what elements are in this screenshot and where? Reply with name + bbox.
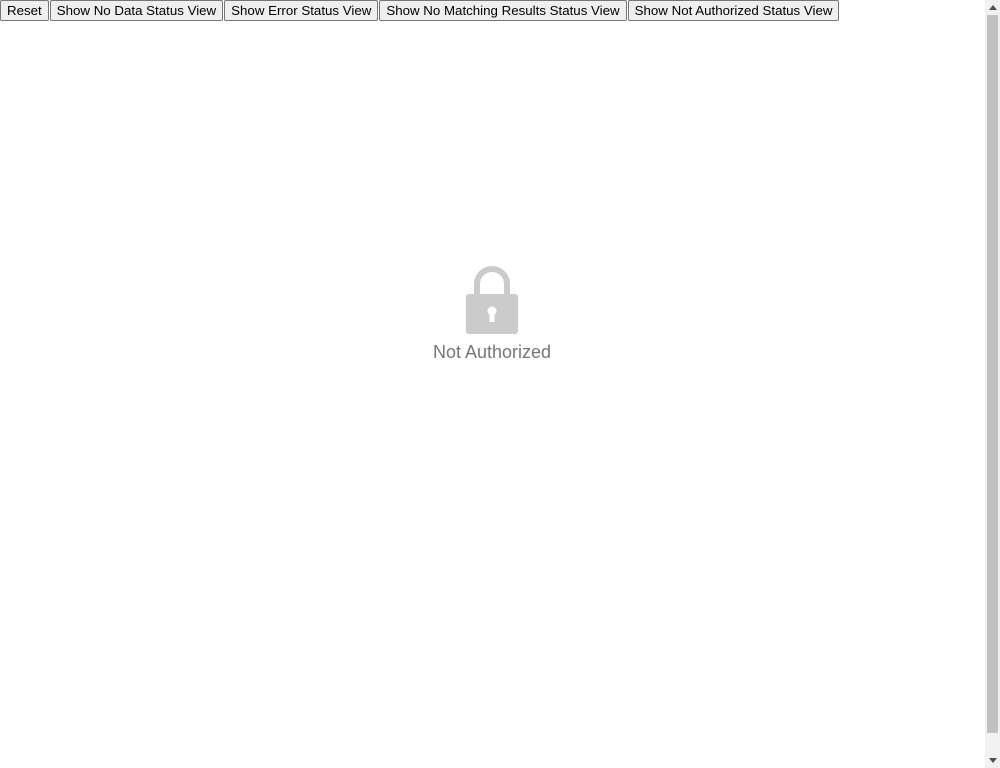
show-no-data-status-view-button[interactable]: Show No Data Status View (49, 0, 224, 21)
toolbar: Reset Show No Data Status View Show Erro… (0, 0, 840, 21)
show-error-status-view-button[interactable]: Show Error Status View (224, 0, 379, 21)
lock-icon (466, 266, 518, 334)
status-view: Not Authorized (392, 262, 592, 362)
vertical-scrollbar[interactable] (985, 0, 1000, 768)
scrollbar-thumb[interactable] (987, 15, 998, 733)
scroll-down-arrow-icon[interactable] (985, 753, 1000, 768)
show-no-matching-results-status-view-button[interactable]: Show No Matching Results Status View (379, 0, 627, 21)
reset-button[interactable]: Reset (0, 0, 49, 21)
show-not-authorized-status-view-button[interactable]: Show Not Authorized Status View (627, 0, 840, 21)
status-label: Not Authorized (432, 342, 552, 362)
scroll-up-arrow-icon[interactable] (985, 0, 1000, 15)
